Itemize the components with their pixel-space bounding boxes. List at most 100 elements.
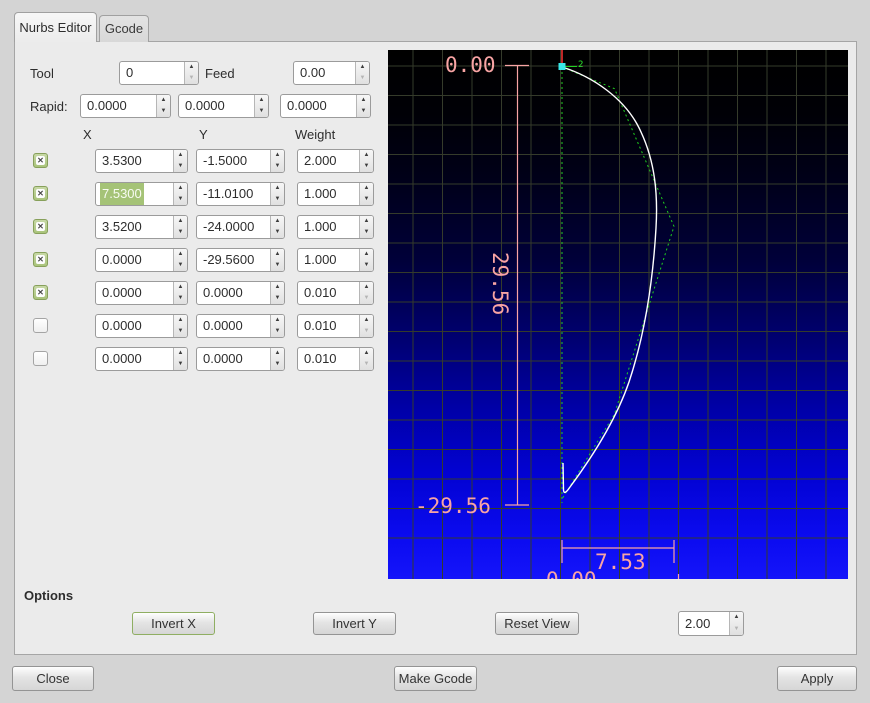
spin-up-icon[interactable]: ▲	[271, 315, 284, 326]
zoom-spinner[interactable]: ▲ ▼	[729, 612, 743, 635]
y-entry[interactable]: 0.0000 ▲ ▼	[196, 281, 285, 305]
x-entry[interactable]: 0.0000 ▲ ▼	[95, 248, 188, 272]
spinner[interactable]: ▲ ▼	[359, 249, 373, 271]
spin-up-icon[interactable]: ▲	[271, 249, 284, 260]
spinner[interactable]: ▲ ▼	[270, 150, 284, 172]
spin-down-icon[interactable]: ▼	[360, 227, 373, 238]
spinner[interactable]: ▲ ▼	[270, 315, 284, 337]
rapid-y-entry[interactable]: 0.0000 ▲ ▼	[178, 94, 269, 118]
spinner[interactable]: ▲ ▼	[270, 183, 284, 205]
spin-up-icon[interactable]: ▲	[360, 216, 373, 227]
spin-down-icon[interactable]: ▼	[271, 293, 284, 304]
spinner[interactable]: ▲ ▼	[359, 183, 373, 205]
spin-down-icon[interactable]: ▼	[271, 227, 284, 238]
spin-down-icon[interactable]: ▼	[174, 293, 187, 304]
spin-up-icon[interactable]: ▲	[357, 95, 370, 106]
spinner[interactable]: ▲ ▼	[173, 282, 187, 304]
spin-up-icon[interactable]: ▲	[360, 348, 373, 359]
weight-entry[interactable]: 0.010 ▲ ▼	[297, 314, 374, 338]
spin-up-icon[interactable]: ▲	[174, 216, 187, 227]
rapid-x-spinner[interactable]: ▲ ▼	[156, 95, 170, 117]
spin-down-icon[interactable]: ▼	[271, 161, 284, 172]
tool-entry[interactable]: 0 ▲ ▼	[119, 61, 199, 85]
spin-up-icon[interactable]: ▲	[271, 150, 284, 161]
spin-down-icon[interactable]: ▼	[360, 326, 373, 337]
spin-up-icon[interactable]: ▲	[360, 249, 373, 260]
spin-down-icon[interactable]: ▼	[271, 194, 284, 205]
y-entry[interactable]: 0.0000 ▲ ▼	[196, 314, 285, 338]
y-entry[interactable]: -29.5600 ▲ ▼	[196, 248, 285, 272]
feed-entry[interactable]: 0.00 ▲ ▼	[293, 61, 370, 85]
spin-up-icon[interactable]: ▲	[360, 282, 373, 293]
spin-up-icon[interactable]: ▲	[271, 183, 284, 194]
feed-spinner[interactable]: ▲ ▼	[355, 62, 369, 84]
spin-down-icon[interactable]: ▼	[271, 260, 284, 271]
spinner[interactable]: ▲ ▼	[173, 348, 187, 370]
spinner[interactable]: ▲ ▼	[173, 216, 187, 238]
start-point-marker[interactable]	[558, 63, 566, 70]
rapid-z-entry[interactable]: 0.0000 ▲ ▼	[280, 94, 371, 118]
weight-entry[interactable]: 1.000 ▲ ▼	[297, 215, 374, 239]
row-enable-checkbox[interactable]: ✕	[33, 285, 48, 300]
tab-nurbs-editor[interactable]: Nurbs Editor	[14, 12, 97, 42]
spin-up-icon[interactable]: ▲	[271, 216, 284, 227]
nurbs-preview-plot[interactable]: 0.00 29.56 -29.56 7.53 0.00 2	[388, 50, 848, 579]
x-entry[interactable]: 3.5300 ▲ ▼	[95, 149, 188, 173]
spin-down-icon[interactable]: ▼	[271, 359, 284, 370]
zoom-entry[interactable]: 2.00 ▲ ▼	[678, 611, 744, 636]
spinner[interactable]: ▲ ▼	[173, 183, 187, 205]
spin-up-icon[interactable]: ▲	[360, 183, 373, 194]
spin-down-icon[interactable]: ▼	[360, 161, 373, 172]
spin-down-icon[interactable]: ▼	[174, 260, 187, 271]
spin-up-icon[interactable]: ▲	[255, 95, 268, 106]
spinner[interactable]: ▲ ▼	[270, 348, 284, 370]
spin-up-icon[interactable]: ▲	[174, 315, 187, 326]
invert-y-button[interactable]: Invert Y	[313, 612, 396, 635]
spin-down-icon[interactable]: ▼	[174, 326, 187, 337]
tab-gcode[interactable]: Gcode	[99, 15, 149, 42]
row-enable-checkbox[interactable]: ✕	[33, 153, 48, 168]
spin-down-icon[interactable]: ▼	[730, 624, 743, 636]
spin-up-icon[interactable]: ▲	[185, 62, 198, 73]
weight-entry[interactable]: 2.000 ▲ ▼	[297, 149, 374, 173]
spin-down-icon[interactable]: ▼	[360, 293, 373, 304]
spin-down-icon[interactable]: ▼	[255, 106, 268, 117]
spin-up-icon[interactable]: ▲	[360, 150, 373, 161]
spin-up-icon[interactable]: ▲	[730, 612, 743, 624]
spin-down-icon[interactable]: ▼	[185, 73, 198, 84]
row-enable-checkbox[interactable]: ✕	[33, 318, 48, 333]
spinner[interactable]: ▲ ▼	[173, 249, 187, 271]
spinner[interactable]: ▲ ▼	[359, 216, 373, 238]
x-entry[interactable]: 0.0000 ▲ ▼	[95, 314, 188, 338]
rapid-y-spinner[interactable]: ▲ ▼	[254, 95, 268, 117]
spin-down-icon[interactable]: ▼	[360, 194, 373, 205]
spinner[interactable]: ▲ ▼	[173, 315, 187, 337]
rapid-x-entry[interactable]: 0.0000 ▲ ▼	[80, 94, 171, 118]
spin-down-icon[interactable]: ▼	[356, 73, 369, 84]
y-entry[interactable]: -1.5000 ▲ ▼	[196, 149, 285, 173]
spin-down-icon[interactable]: ▼	[157, 106, 170, 117]
spinner[interactable]: ▲ ▼	[270, 249, 284, 271]
spinner[interactable]: ▲ ▼	[359, 348, 373, 370]
spin-up-icon[interactable]: ▲	[271, 348, 284, 359]
spin-down-icon[interactable]: ▼	[174, 227, 187, 238]
weight-entry[interactable]: 0.010 ▲ ▼	[297, 281, 374, 305]
row-enable-checkbox[interactable]: ✕	[33, 351, 48, 366]
spinner[interactable]: ▲ ▼	[359, 282, 373, 304]
spin-down-icon[interactable]: ▼	[174, 161, 187, 172]
spinner[interactable]: ▲ ▼	[270, 282, 284, 304]
make-gcode-button[interactable]: Make Gcode	[394, 666, 477, 691]
spin-up-icon[interactable]: ▲	[174, 183, 187, 194]
spin-up-icon[interactable]: ▲	[174, 348, 187, 359]
y-entry[interactable]: -24.0000 ▲ ▼	[196, 215, 285, 239]
row-enable-checkbox[interactable]: ✕	[33, 252, 48, 267]
rapid-z-spinner[interactable]: ▲ ▼	[356, 95, 370, 117]
x-entry[interactable]: 0.0000 ▲ ▼	[95, 281, 188, 305]
spin-up-icon[interactable]: ▲	[157, 95, 170, 106]
spin-up-icon[interactable]: ▲	[356, 62, 369, 73]
reset-view-button[interactable]: Reset View	[495, 612, 579, 635]
x-entry[interactable]: 7.5300 ▲ ▼	[95, 182, 188, 206]
close-button[interactable]: Close	[12, 666, 94, 691]
spin-up-icon[interactable]: ▲	[174, 249, 187, 260]
spin-up-icon[interactable]: ▲	[174, 150, 187, 161]
